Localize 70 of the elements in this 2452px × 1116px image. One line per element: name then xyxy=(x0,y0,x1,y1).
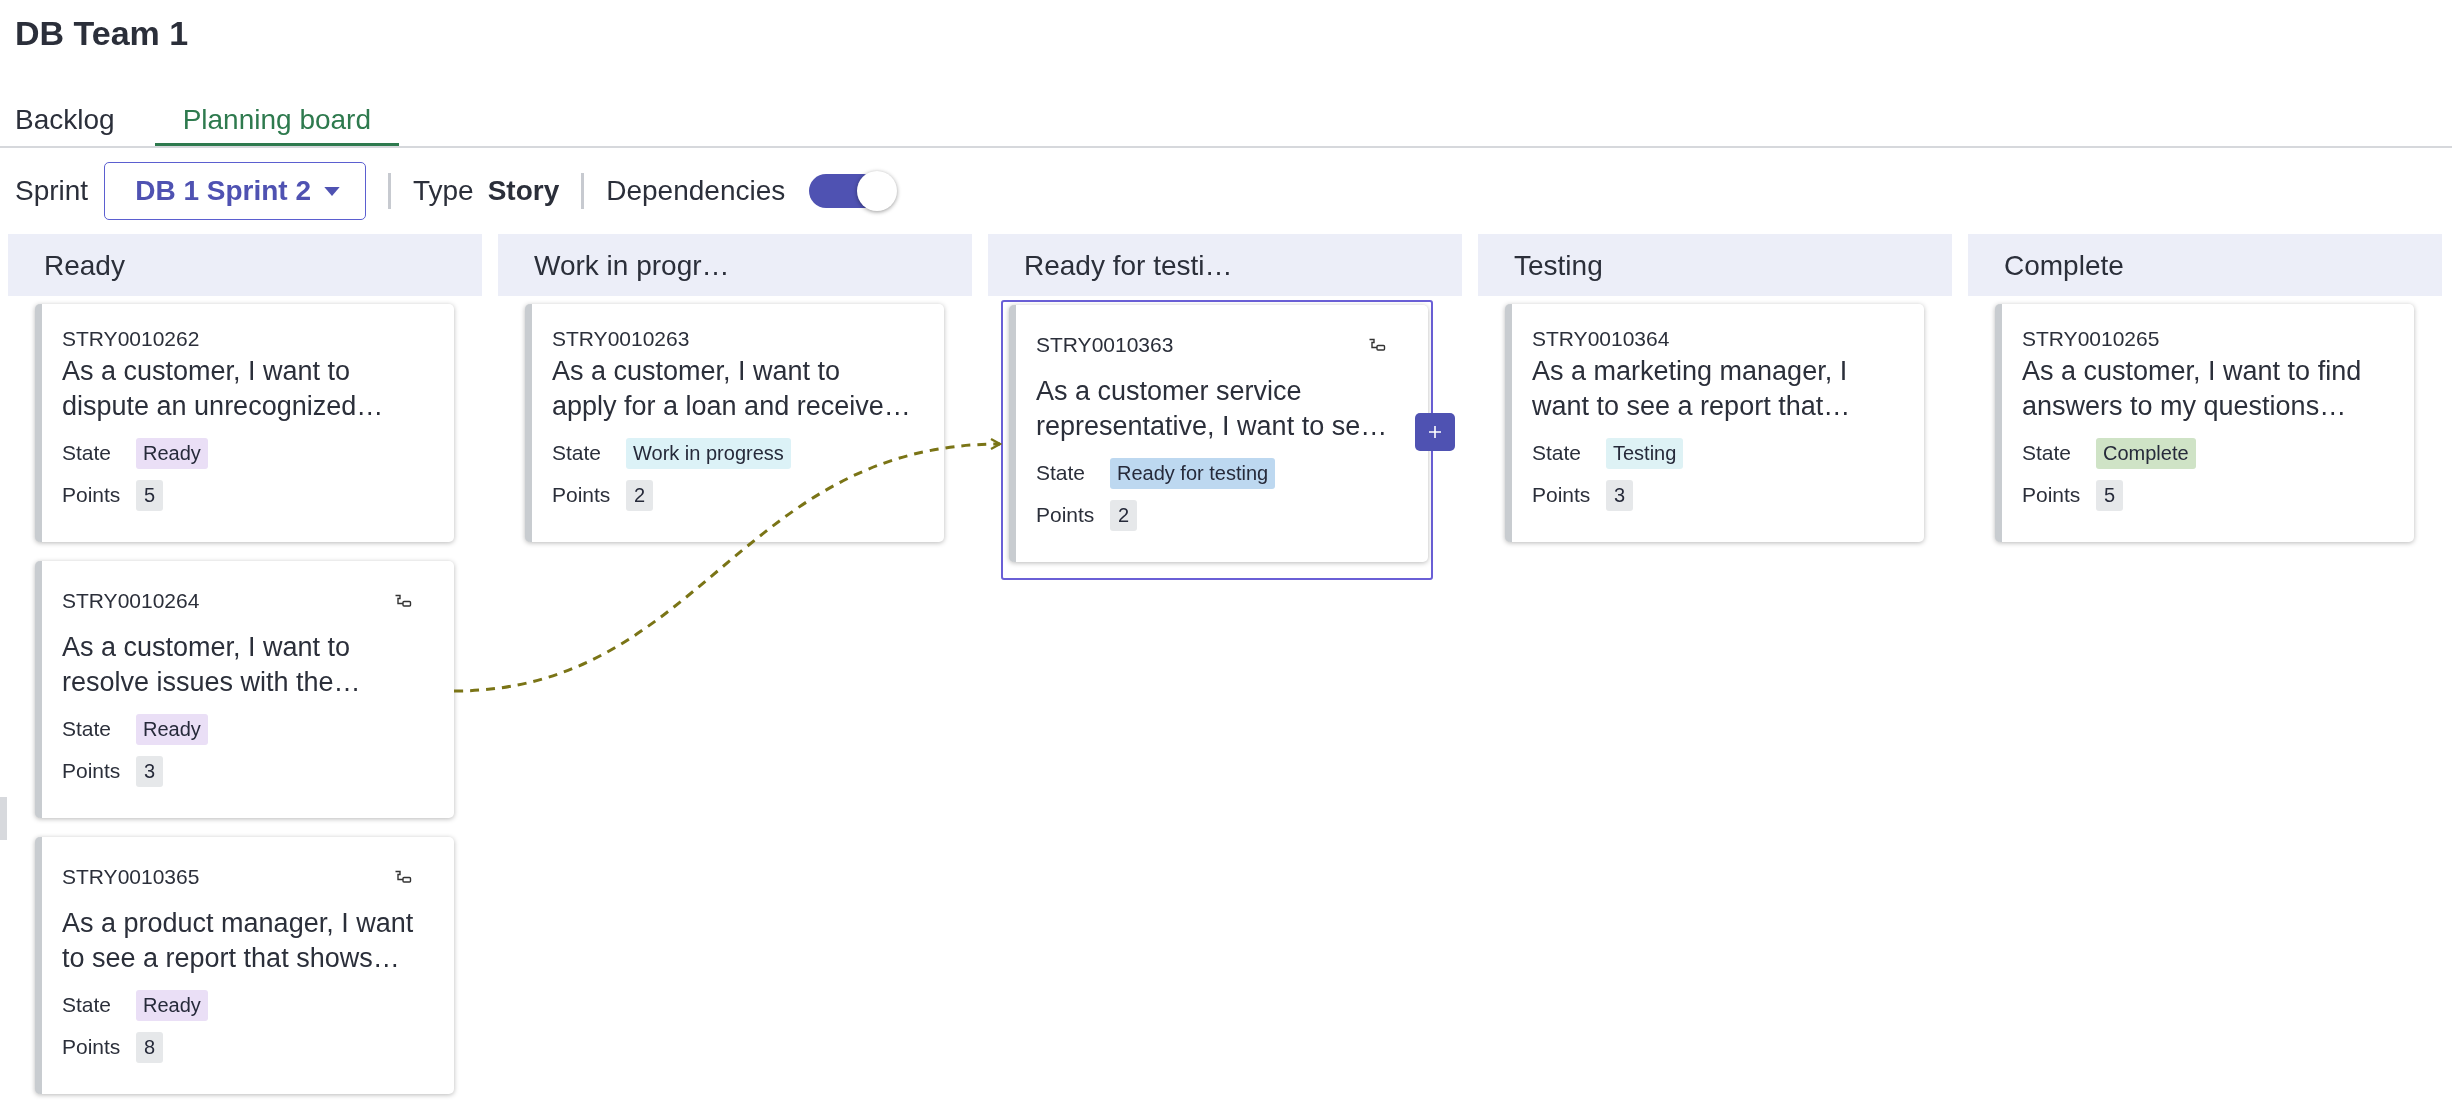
column-header: Ready xyxy=(8,234,482,296)
points-label: Points xyxy=(1036,503,1094,527)
state-badge: Ready xyxy=(136,713,208,745)
story-id: STRY0010265 xyxy=(2022,327,2160,351)
plus-icon xyxy=(1428,425,1442,439)
points-label: Points xyxy=(62,759,120,783)
dependency-icon[interactable] xyxy=(394,870,412,884)
story-card[interactable]: STRY0010363 As a customer service representative, I want to se… State Ready for testing Points 2 xyxy=(1009,305,1428,562)
story-title: As a customer, I want to apply for a loan and receive… xyxy=(552,355,912,423)
state-badge: Complete xyxy=(2096,437,2196,469)
add-button[interactable] xyxy=(1415,413,1455,451)
story-card[interactable]: STRY0010364 As a marketing manager, I want to see a report that… State Testing Points 3 xyxy=(1505,304,1924,542)
story-title: As a customer, I want to resolve issues with the… xyxy=(62,631,362,699)
state-badge: Testing xyxy=(1606,437,1684,469)
story-title: As a product manager, I want to see a report that shows… xyxy=(62,907,415,975)
caret-icon xyxy=(322,185,341,197)
points-label: Points xyxy=(552,483,610,507)
dependencies-toggle[interactable] xyxy=(809,174,896,208)
points-badge: 8 xyxy=(136,1031,164,1063)
state-label: State xyxy=(1532,441,1583,465)
story-id: STRY0010264 xyxy=(62,589,200,613)
type-label: Type xyxy=(412,175,474,207)
state-label: State xyxy=(62,717,113,741)
column-header: Testing xyxy=(1478,234,1952,296)
points-badge: 5 xyxy=(2096,479,2124,511)
story-card[interactable]: STRY0010365 As a product manager, I want to see a report that shows… State Ready Points 8 xyxy=(35,837,454,1094)
dependencies-label: Dependencies xyxy=(606,175,786,207)
dependency-icon[interactable] xyxy=(394,594,412,608)
sprint-dropdown[interactable]: DB 1 Sprint 2 xyxy=(104,162,366,220)
state-label: State xyxy=(552,441,603,465)
story-card[interactable]: STRY0010263 As a customer, I want to apply for a loan and receive… State Work in progress Points 2 xyxy=(525,304,944,542)
points-label: Points xyxy=(2022,483,2080,507)
points-label: Points xyxy=(62,483,120,507)
points-badge: 3 xyxy=(136,755,164,787)
points-label: Points xyxy=(1532,483,1590,507)
story-card[interactable]: STRY0010262 As a customer, I want to dispute an unrecognized… State Ready Points 5 xyxy=(35,304,454,542)
points-badge: 5 xyxy=(136,479,164,511)
story-id: STRY0010263 xyxy=(552,327,690,351)
story-id: STRY0010365 xyxy=(62,865,200,889)
story-card[interactable]: STRY0010265 As a customer, I want to find answers to my questions… State Complete Points 5 xyxy=(1995,304,2414,542)
story-id: STRY0010364 xyxy=(1532,327,1670,351)
state-badge: Ready for testing xyxy=(1110,457,1276,489)
dependency-icon[interactable] xyxy=(1368,338,1386,352)
story-title: As a marketing manager, I want to see a report that… xyxy=(1532,355,1852,423)
story-title: As a customer, I want to find answers to my questions… xyxy=(2022,355,2363,423)
tab[interactable]: Planning board xyxy=(154,96,399,146)
story-card[interactable]: STRY0010264 As a customer, I want to resolve issues with the… State Ready Points 3 xyxy=(35,561,454,818)
story-title: As a customer, I want to dispute an unrecognized… xyxy=(62,355,385,423)
story-id: STRY0010262 xyxy=(62,327,200,351)
points-badge: 2 xyxy=(1110,499,1138,531)
state-label: State xyxy=(62,441,113,465)
points-badge: 3 xyxy=(1606,479,1634,511)
column-header: Work in progr… xyxy=(498,234,972,296)
state-badge: Ready xyxy=(136,989,208,1021)
state-badge: Ready xyxy=(136,437,208,469)
state-badge: Work in progress xyxy=(626,437,791,469)
story-title: As a customer service representative, I want to se… xyxy=(1036,375,1389,443)
tab[interactable]: Backlog xyxy=(15,96,141,146)
scroll-indicator xyxy=(0,797,7,840)
state-label: State xyxy=(62,993,113,1017)
column-header: Complete xyxy=(1968,234,2442,296)
type-value: Story xyxy=(487,175,560,207)
column-header: Ready for testi… xyxy=(988,234,1462,296)
state-label: State xyxy=(1036,461,1087,485)
board-title: DB Team 1 xyxy=(14,13,190,54)
state-label: State xyxy=(2022,441,2073,465)
story-id: STRY0010363 xyxy=(1036,333,1174,357)
points-badge: 2 xyxy=(626,479,654,511)
sprint-label: Sprint xyxy=(15,175,89,207)
points-label: Points xyxy=(62,1035,120,1059)
